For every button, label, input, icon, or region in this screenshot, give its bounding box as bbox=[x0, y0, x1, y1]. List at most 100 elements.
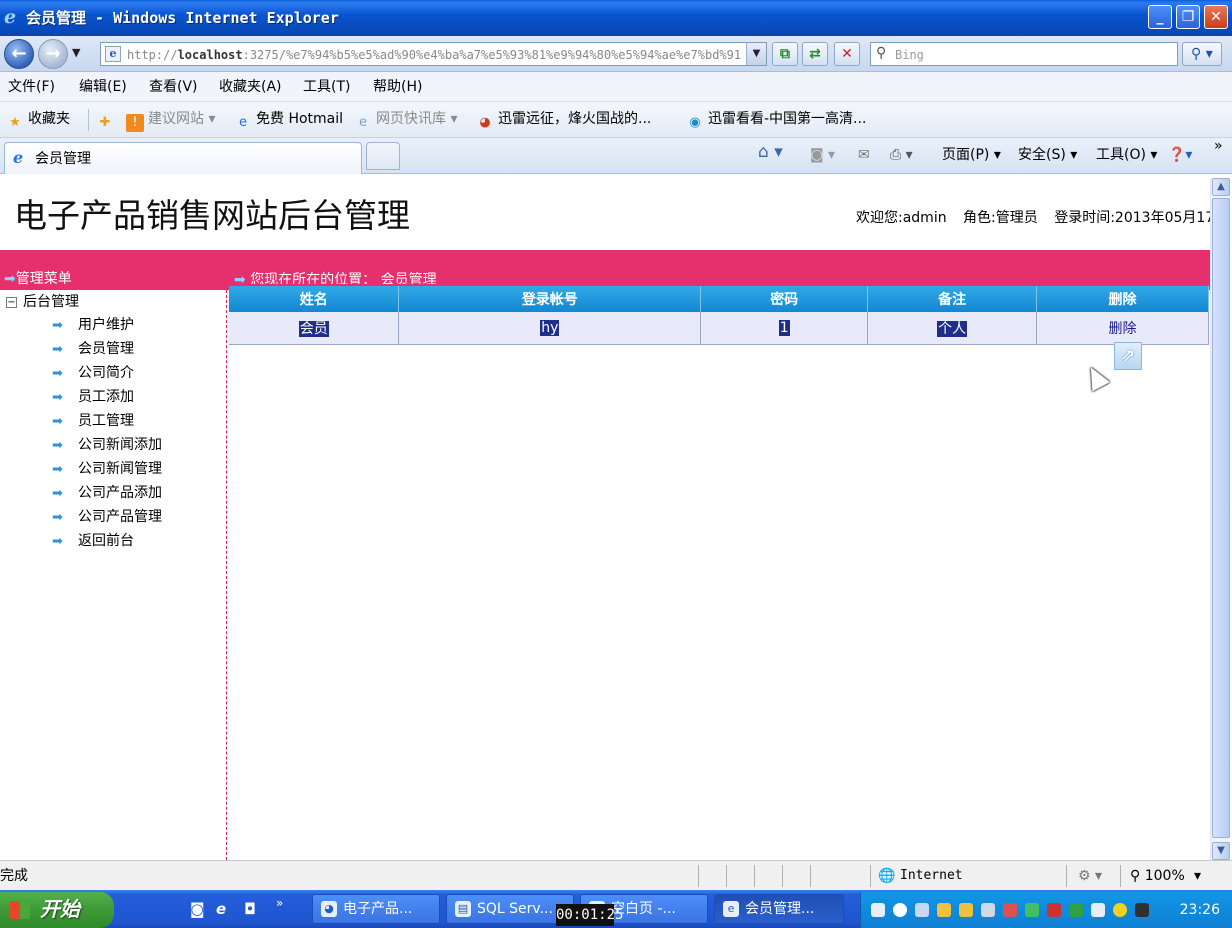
stop-icon[interactable]: ✕ bbox=[834, 42, 860, 66]
plus-tray-icon[interactable] bbox=[1113, 903, 1127, 917]
arrow-icon: ➡ bbox=[52, 366, 63, 381]
address-toolbar: ← → ▼ e http://localhost:3275/%e7%94%b5%… bbox=[0, 36, 1232, 72]
sidebar-item-company-profile[interactable]: ➡ 公司简介 bbox=[52, 364, 134, 384]
quicklaunch-more-icon[interactable]: » bbox=[276, 894, 283, 912]
feeds-icon[interactable]: ◙ ▾ bbox=[810, 147, 835, 163]
delete-link[interactable]: 删除 bbox=[1109, 321, 1137, 337]
help-icon[interactable]: ❓▾ bbox=[1168, 147, 1192, 163]
wifi-icon[interactable] bbox=[1025, 903, 1039, 917]
sidebar-item-product-management[interactable]: ➡ 公司产品管理 bbox=[52, 508, 162, 528]
sidebar-item-member-management[interactable]: ➡ 会员管理 bbox=[52, 340, 134, 360]
url-text[interactable]: http://localhost:3275/%e7%94%b5%e5%ad%90… bbox=[127, 47, 745, 63]
close-button[interactable]: ✕ bbox=[1204, 5, 1228, 29]
compatibility-view-icon[interactable]: ⧉ bbox=[772, 42, 798, 66]
tab-command-bar: e 会员管理 ⌂ ▾ ◙ ▾ ✉ ⎙ ▾ 页面(P) ▾ 安全(S) ▾ 工具(… bbox=[0, 138, 1232, 174]
home-icon[interactable]: ⌂ ▾ bbox=[758, 144, 783, 161]
favorites-button[interactable]: ★ 收藏夹 bbox=[6, 111, 70, 132]
print-icon[interactable]: ⎙ ▾ bbox=[890, 147, 913, 163]
menu-tools[interactable]: 工具(T) bbox=[303, 79, 350, 95]
tools-menu[interactable]: 工具(O) ▾ bbox=[1096, 147, 1157, 163]
menu-favorites[interactable]: 收藏夹(A) bbox=[219, 79, 282, 95]
divider bbox=[810, 865, 811, 887]
address-input[interactable]: e http://localhost:3275/%e7%94%b5%e5%ad%… bbox=[100, 42, 767, 66]
menu-view[interactable]: 查看(V) bbox=[149, 79, 198, 95]
restore-button[interactable]: ❐ bbox=[1176, 5, 1200, 29]
windows-logo-icon bbox=[10, 901, 30, 919]
sidebar-item-employee-management[interactable]: ➡ 员工管理 bbox=[52, 412, 134, 432]
address-dropdown-icon[interactable]: ▼ bbox=[746, 43, 766, 65]
fav-suggested-sites[interactable]: ! 建议网站 ▾ bbox=[126, 111, 215, 132]
tab-member-management[interactable]: e 会员管理 bbox=[4, 142, 362, 174]
app-tray-icon[interactable] bbox=[981, 903, 995, 917]
mail-icon[interactable]: ✉ bbox=[858, 147, 870, 163]
back-button[interactable]: ← bbox=[4, 39, 34, 69]
start-button[interactable]: 开始 bbox=[0, 892, 114, 928]
app-quicklaunch-icon[interactable]: ◘ bbox=[244, 900, 256, 918]
fav-xunlei-game[interactable]: ◕ 迅雷远征，烽火国战的... bbox=[476, 111, 651, 132]
sidebar-item-news-add[interactable]: ➡ 公司新闻添加 bbox=[52, 436, 162, 456]
keyboard-icon[interactable] bbox=[871, 903, 885, 917]
menu-help[interactable]: 帮助(H) bbox=[373, 79, 422, 95]
window-title: 会员管理 - Windows Internet Explorer bbox=[26, 9, 339, 27]
chevron-more-icon[interactable]: » bbox=[1214, 138, 1223, 154]
history-dropdown-icon[interactable]: ▼ bbox=[72, 46, 80, 59]
sidebar-item-user-maintenance[interactable]: ➡ 用户维护 bbox=[52, 316, 134, 336]
xunlei-icon: ◕ bbox=[479, 115, 491, 130]
app-tray-icon[interactable] bbox=[1091, 903, 1105, 917]
fav-web-slice-gallery[interactable]: e 网页快讯库 ▾ bbox=[354, 111, 457, 132]
protected-mode-icon[interactable]: ⚙ ▾ bbox=[1078, 868, 1102, 884]
arrow-icon: ➡ bbox=[52, 438, 63, 453]
taskbar-button-member-management[interactable]: e 会员管理... bbox=[714, 894, 844, 924]
header-password: 密码 bbox=[700, 286, 869, 312]
system-tray: 23:26 bbox=[860, 892, 1232, 928]
show-desktop-icon[interactable]: ◙ bbox=[190, 900, 205, 918]
ie-page-icon: e bbox=[359, 115, 367, 130]
new-tab-button[interactable] bbox=[366, 142, 400, 170]
scroll-down-icon[interactable]: ▼ bbox=[1212, 842, 1230, 860]
ie-logo-icon: e bbox=[4, 6, 17, 28]
accelerator-icon[interactable]: ⇗ bbox=[1114, 342, 1142, 370]
arrow-icon: ➡ bbox=[234, 272, 251, 284]
arrow-icon: ➡ bbox=[4, 271, 16, 287]
network-icon[interactable] bbox=[915, 903, 929, 917]
taskbar-button-sqlserver[interactable]: ▤ SQL Serv... bbox=[446, 894, 574, 924]
minimize-button[interactable]: _ bbox=[1148, 5, 1172, 29]
table-header-row: 姓名 登录帐号 密码 备注 删除 bbox=[229, 286, 1209, 312]
ie-quicklaunch-icon[interactable]: e bbox=[216, 900, 226, 918]
tray-arrow-icon[interactable] bbox=[893, 903, 907, 917]
zoom-dropdown-icon[interactable]: ▾ bbox=[1194, 868, 1201, 884]
arrow-icon: ➡ bbox=[52, 486, 63, 501]
fav-xunlei-kankan[interactable]: ◉ 迅雷看看-中国第一高清... bbox=[686, 111, 866, 132]
header-name: 姓名 bbox=[229, 286, 400, 312]
search-input[interactable]: ⚲ Bing bbox=[870, 42, 1178, 66]
zoom-control[interactable]: ⚲ 100% bbox=[1130, 868, 1185, 884]
qq-icon[interactable] bbox=[937, 903, 951, 917]
menu-file[interactable]: 文件(F) bbox=[8, 79, 55, 95]
vertical-scrollbar[interactable]: ▲ ▼ bbox=[1210, 178, 1230, 860]
forward-button[interactable]: → bbox=[38, 39, 68, 69]
header-account: 登录帐号 bbox=[398, 286, 702, 312]
security-tray-icon[interactable] bbox=[1003, 903, 1017, 917]
sidebar-item-news-management[interactable]: ➡ 公司新闻管理 bbox=[52, 460, 162, 480]
tree-root-admin[interactable]: − 后台管理 bbox=[6, 293, 79, 311]
refresh-icon[interactable]: ⇄ bbox=[802, 42, 828, 66]
search-button[interactable]: ⚲ ▾ bbox=[1182, 42, 1222, 66]
sidebar-item-product-add[interactable]: ➡ 公司产品添加 bbox=[52, 484, 162, 504]
page-menu[interactable]: 页面(P) ▾ bbox=[942, 147, 1001, 163]
scroll-thumb[interactable] bbox=[1212, 198, 1230, 838]
shield-icon[interactable] bbox=[1069, 903, 1083, 917]
cell-account: hy bbox=[398, 312, 702, 345]
add-favorite-button[interactable]: ✚ bbox=[96, 111, 118, 132]
taskbar-button-ecommerce[interactable]: ◕ 电子产品... bbox=[312, 894, 440, 924]
safety-menu[interactable]: 安全(S) ▾ bbox=[1018, 147, 1077, 163]
sidebar-item-back-to-front[interactable]: ➡ 返回前台 bbox=[52, 532, 134, 552]
qq-icon[interactable] bbox=[959, 903, 973, 917]
menu-edit[interactable]: 编辑(E) bbox=[79, 79, 127, 95]
monitor-icon[interactable] bbox=[1135, 903, 1149, 917]
fav-hotmail[interactable]: e 免费 Hotmail bbox=[234, 111, 343, 132]
collapse-icon[interactable]: − bbox=[6, 297, 17, 308]
scroll-up-icon[interactable]: ▲ bbox=[1212, 178, 1230, 196]
table-row: 会员 hy 1 个人 删除 bbox=[229, 312, 1209, 345]
sidebar-item-employee-add[interactable]: ➡ 员工添加 bbox=[52, 388, 134, 408]
antivirus-icon[interactable] bbox=[1047, 903, 1061, 917]
